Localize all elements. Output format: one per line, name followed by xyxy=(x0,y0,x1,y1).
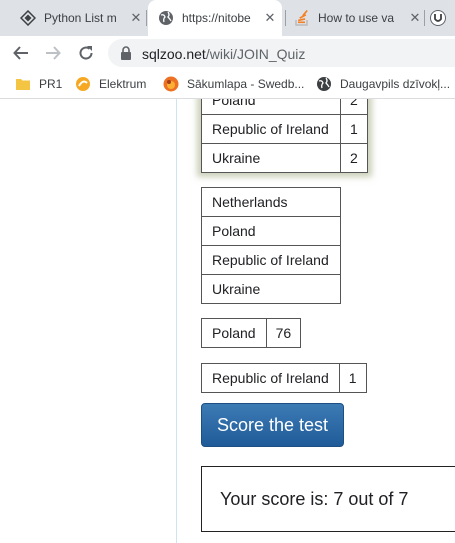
tab-strip: Python List m ✕ https://nitobe ✕ How to … xyxy=(0,0,455,36)
table-row: Poland 2 xyxy=(201,99,368,115)
table-cell: Republic of Ireland xyxy=(201,114,341,144)
bookmark-label: Daugavpils dzīvokļ... xyxy=(340,77,451,91)
table-cell: 2 xyxy=(340,143,368,173)
extension-u-icon xyxy=(430,10,446,26)
score-result-box: Your score is: 7 out of 7 xyxy=(201,466,455,532)
folder-icon xyxy=(16,79,30,90)
table-row: Netherlands xyxy=(201,187,341,217)
table-cell: Republic of Ireland xyxy=(201,363,340,393)
result-table-3: Poland 76 xyxy=(201,318,302,348)
table-cell: Poland xyxy=(201,318,267,348)
tab-how-to-use[interactable]: How to use va ✕ xyxy=(288,0,421,36)
table-row: Republic of Ireland 1 xyxy=(201,363,367,393)
bookmarks-bar: PR1 Elektrum Sākumlapa - Swedb... Daugav… xyxy=(0,70,455,99)
bookmark-label: Sākumlapa - Swedb... xyxy=(187,77,305,91)
url-domain: sqlzoo.net xyxy=(142,46,206,62)
table-row: Poland xyxy=(201,216,341,246)
browser-toolbar: sqlzoo.net/wiki/JOIN_Quiz xyxy=(0,36,455,70)
tab-separator xyxy=(285,10,286,26)
reload-icon xyxy=(79,46,93,60)
table-cell: 76 xyxy=(265,318,302,348)
table-cell: 1 xyxy=(338,363,367,393)
table-cell: Poland xyxy=(201,99,341,115)
tab-title: https://nitobe xyxy=(182,11,251,25)
forward-button[interactable] xyxy=(42,42,64,64)
globe-icon xyxy=(159,11,173,25)
forward-arrow-icon xyxy=(46,46,61,60)
table-cell: 1 xyxy=(340,114,368,144)
result-table-4: Republic of Ireland 1 xyxy=(201,363,367,393)
bookmark-label: PR1 xyxy=(39,77,63,91)
globe-icon xyxy=(317,77,331,91)
url-text: sqlzoo.net/wiki/JOIN_Quiz xyxy=(142,46,305,62)
tab-separator xyxy=(146,10,147,26)
tab-separator xyxy=(424,10,425,26)
table-cell: Ukraine xyxy=(201,143,341,173)
lock-icon[interactable] xyxy=(120,46,132,60)
table-cell: Ukraine xyxy=(201,274,341,304)
tab-extension[interactable] xyxy=(430,0,455,36)
tab-nitobe[interactable]: https://nitobe ✕ xyxy=(148,0,282,36)
back-arrow-icon xyxy=(13,46,28,60)
bookmark-swedbank[interactable]: Sākumlapa - Swedb... xyxy=(163,76,304,92)
address-bar[interactable]: sqlzoo.net/wiki/JOIN_Quiz xyxy=(108,39,455,67)
table-cell: Republic of Ireland xyxy=(201,245,341,275)
table-row: Poland 76 xyxy=(201,318,302,348)
swedbank-icon xyxy=(163,76,179,92)
close-tab-icon[interactable]: ✕ xyxy=(264,10,276,26)
table-row: Ukraine 2 xyxy=(201,143,368,173)
result-table-1: Poland 2 Republic of Ireland 1 Ukraine 2 xyxy=(201,99,368,173)
page-content: Poland 2 Republic of Ireland 1 Ukraine 2… xyxy=(0,99,455,543)
table-cell: Netherlands xyxy=(201,187,341,217)
table-cell: 2 xyxy=(340,99,368,115)
score-text: Your score is: 7 out of 7 xyxy=(220,488,409,509)
url-path: /wiki/JOIN_Quiz xyxy=(205,46,306,62)
close-tab-icon[interactable]: ✕ xyxy=(130,10,142,26)
result-table-2: Netherlands Poland Republic of Ireland U… xyxy=(201,187,341,304)
score-test-button[interactable]: Score the test xyxy=(201,403,344,447)
table-row: Ukraine xyxy=(201,274,341,304)
table-cell: Poland xyxy=(201,216,341,246)
stackoverflow-icon xyxy=(295,10,308,26)
bookmark-pr1[interactable]: PR1 xyxy=(15,76,62,92)
sidebar-divider xyxy=(176,99,177,543)
bookmark-elektrum[interactable]: Elektrum xyxy=(75,76,146,92)
bookmark-label: Elektrum xyxy=(99,77,147,91)
close-tab-icon[interactable]: ✕ xyxy=(409,10,421,26)
table-row: Republic of Ireland xyxy=(201,245,341,275)
back-button[interactable] xyxy=(10,42,32,64)
bookmark-daugavpils[interactable]: Daugavpils dzīvokļ... xyxy=(316,76,450,92)
tab-title: Python List m xyxy=(44,11,117,25)
table-row: Republic of Ireland 1 xyxy=(201,114,368,144)
tab-title: How to use va xyxy=(318,11,395,25)
puzzle-diamond-icon xyxy=(20,10,36,26)
tab-python-list[interactable]: Python List m ✕ xyxy=(8,0,142,36)
reload-button[interactable] xyxy=(75,42,97,64)
elektrum-icon xyxy=(76,77,90,91)
